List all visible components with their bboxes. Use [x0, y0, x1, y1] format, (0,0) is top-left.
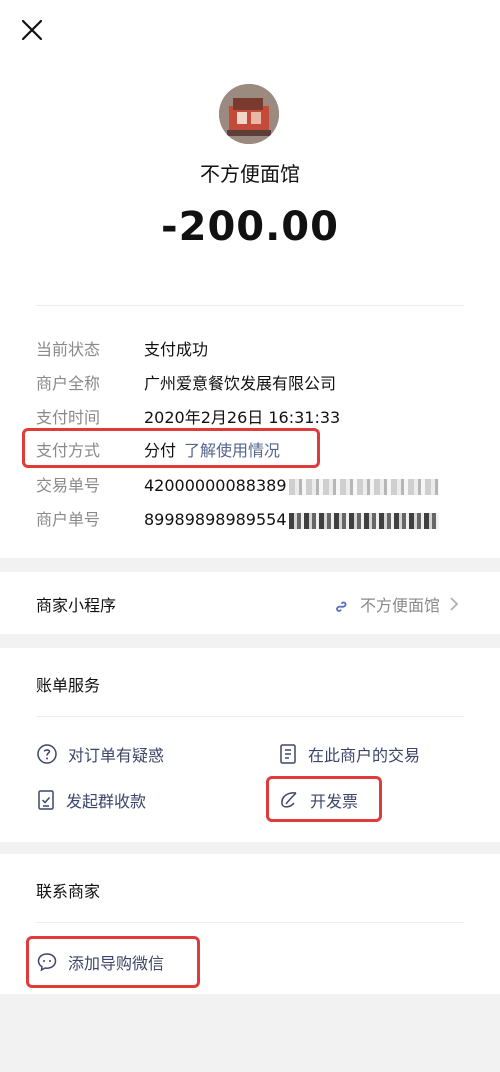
transaction-number-text: 42000000088389: [144, 476, 287, 495]
order-question-label: 对订单有疑惑: [68, 746, 165, 765]
merchant-transactions-label: 在此商户的交易: [308, 746, 421, 765]
payment-amount: -200.00: [161, 204, 339, 250]
pay-method-value: 分付 了解使用情况: [144, 439, 280, 463]
status-label: 当前状态: [36, 340, 101, 359]
divider: [36, 716, 464, 717]
question-circle-icon: [37, 744, 57, 764]
transaction-number-label: 交易单号: [36, 476, 101, 495]
payment-detail-card: 不方便面馆 -200.00 当前状态 支付成功 商户全称 广州爱意餐饮发展有限公…: [0, 0, 500, 558]
chevron-right-icon: [450, 597, 459, 611]
mini-program-link[interactable]: 不方便面馆: [332, 592, 460, 616]
merchant-order-label: 商户单号: [36, 510, 101, 529]
status-value: 支付成功: [144, 340, 209, 359]
document-icon: [280, 744, 296, 764]
add-shopping-guide-wechat-label: 添加导购微信: [68, 954, 165, 973]
merchant-order-text: 89989898989554: [144, 510, 287, 529]
invoice-button[interactable]: 开发票: [278, 788, 358, 812]
group-collection-button[interactable]: 发起群收款: [36, 788, 146, 812]
mini-program-name: 不方便面馆: [359, 596, 440, 615]
merchant-order-value: 89989898989554: [144, 508, 439, 532]
chat-bubble-icon: [37, 953, 57, 972]
bill-service-card: 账单服务 对订单有疑惑 在此商户的交易 发起群收款 开发票: [0, 648, 500, 842]
redacted-mosaic: [288, 478, 439, 495]
invoice-leaf-icon: [281, 792, 297, 808]
redacted-mosaic: [288, 512, 439, 529]
transaction-number-value: 42000000088389: [144, 474, 439, 498]
add-shopping-guide-wechat-button[interactable]: 添加导购微信: [36, 950, 164, 974]
bottom-background: [0, 994, 500, 1072]
pay-method-text: 分付: [144, 441, 177, 460]
group-collection-label: 发起群收款: [66, 792, 147, 811]
usage-info-link[interactable]: 了解使用情况: [184, 441, 280, 460]
bill-service-title: 账单服务: [36, 676, 101, 695]
mini-program-icon: [336, 601, 347, 612]
order-question-button[interactable]: 对订单有疑惑: [36, 742, 164, 766]
invoice-label: 开发票: [310, 792, 359, 811]
close-icon[interactable]: [18, 16, 46, 44]
mini-program-row[interactable]: 商家小程序 不方便面馆: [0, 572, 500, 634]
contact-merchant-card: 联系商家 添加导购微信: [0, 854, 500, 994]
merchant-fullname-value: 广州爱意餐饮发展有限公司: [144, 374, 337, 393]
merchant-transactions-button[interactable]: 在此商户的交易: [278, 742, 420, 766]
merchant-avatar: [219, 84, 279, 144]
pay-time-label: 支付时间: [36, 408, 101, 427]
merchant-name: 不方便面馆: [200, 162, 300, 186]
pay-method-label: 支付方式: [36, 441, 101, 460]
mini-program-label: 商家小程序: [36, 596, 117, 615]
merchant-fullname-label: 商户全称: [36, 374, 101, 393]
divider: [36, 305, 464, 306]
contact-merchant-title: 联系商家: [36, 882, 101, 901]
checklist-icon: [38, 790, 54, 810]
pay-time-value: 2020年2月26日 16:31:33: [144, 408, 341, 427]
divider: [36, 922, 464, 923]
